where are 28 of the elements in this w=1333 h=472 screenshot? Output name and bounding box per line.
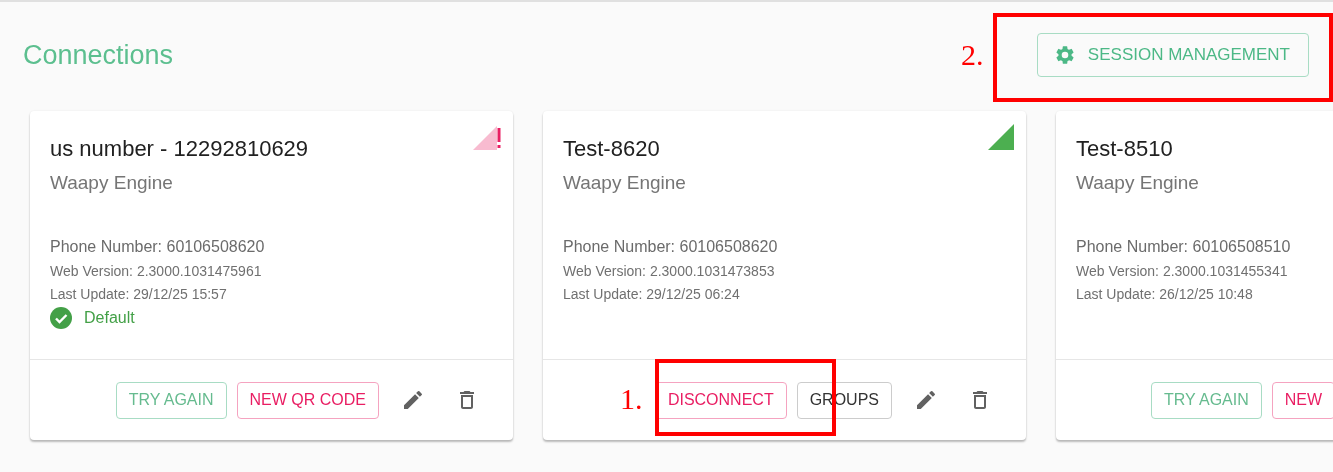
phone-number: Phone Number: 60106508510 xyxy=(1076,238,1292,256)
action-button[interactable]: TRY AGAIN xyxy=(1151,381,1262,419)
step-number: 1. xyxy=(620,382,643,416)
phone-number: Phone Number: 60106508620 xyxy=(50,238,266,256)
engine-label: Waapy Engine xyxy=(50,172,174,194)
web-version: Web Version: 2.3000.1031473853 xyxy=(563,263,776,279)
step-number: 2. xyxy=(961,38,984,72)
engine-label: Waapy Engine xyxy=(563,172,687,194)
connection-name: us number - 12292810629 xyxy=(50,136,310,162)
last-update: Last Update: 29/12/25 15:57 xyxy=(50,286,228,302)
pencil-icon xyxy=(401,388,425,412)
settings-icon xyxy=(1053,44,1076,66)
engine-label: Waapy Engine xyxy=(1076,172,1200,194)
web-version: Web Version: 2.3000.1031475961 xyxy=(50,263,263,279)
session-management-button[interactable]: SESSION MANAGEMENT xyxy=(1036,33,1309,77)
connection-name: Test-8620 xyxy=(563,136,661,162)
phone-number: Phone Number: 60106508620 xyxy=(563,238,779,256)
last-update: Last Update: 29/12/25 06:24 xyxy=(563,286,741,302)
pencil-icon xyxy=(914,388,938,412)
last-update: Last Update: 26/12/25 10:48 xyxy=(1076,286,1254,302)
action-button[interactable]: NEW xyxy=(1271,381,1333,419)
connection-name: Test-8510 xyxy=(1076,136,1174,162)
action-button[interactable]: NEW QR CODE xyxy=(236,381,379,419)
action-button[interactable]: TRY AGAIN xyxy=(115,381,227,419)
check-circle-icon xyxy=(50,307,72,329)
web-version: Web Version: 2.3000.1031455341 xyxy=(1076,263,1289,279)
default-label: Default xyxy=(84,309,135,327)
page-title: Connections xyxy=(23,39,174,71)
